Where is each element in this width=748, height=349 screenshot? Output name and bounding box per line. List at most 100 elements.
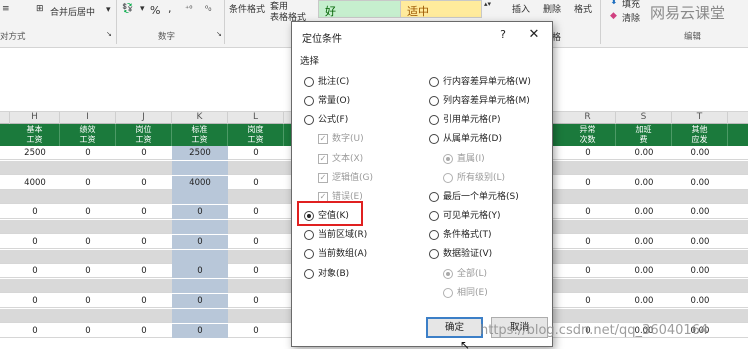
table-cell[interactable] bbox=[116, 309, 172, 323]
table-cell[interactable] bbox=[116, 190, 172, 204]
table-cell[interactable]: 2500 bbox=[172, 146, 228, 160]
table-cell[interactable]: 0.00 bbox=[616, 176, 672, 190]
table-cell[interactable] bbox=[116, 279, 172, 293]
table-cell[interactable] bbox=[10, 190, 60, 204]
table-cell[interactable] bbox=[116, 220, 172, 234]
table-cell[interactable]: 0 bbox=[116, 235, 172, 249]
table-header-cell[interactable]: 标准 工资 bbox=[172, 124, 228, 146]
column-header[interactable]: T bbox=[672, 112, 728, 124]
style-neutral[interactable]: 适中 bbox=[400, 0, 482, 18]
table-cell[interactable] bbox=[672, 161, 728, 175]
radio-button[interactable] bbox=[304, 77, 314, 87]
table-cell[interactable]: 0.00 bbox=[672, 205, 728, 219]
table-header-cell[interactable]: 基本 工资 bbox=[10, 124, 60, 146]
table-cell[interactable] bbox=[560, 220, 616, 234]
table-cell[interactable]: 2500 bbox=[10, 146, 60, 160]
currency-icon[interactable]: 💱 bbox=[122, 4, 133, 14]
table-cell[interactable]: 0 bbox=[10, 205, 60, 219]
table-cell[interactable]: 0 bbox=[60, 146, 116, 160]
table-cell[interactable]: 0.00 bbox=[616, 264, 672, 278]
table-cell[interactable] bbox=[116, 161, 172, 175]
table-cell[interactable] bbox=[172, 220, 228, 234]
table-cell[interactable]: 0 bbox=[228, 324, 284, 338]
table-cell[interactable] bbox=[228, 190, 284, 204]
table-cell[interactable] bbox=[172, 190, 228, 205]
table-cell[interactable]: 0.00 bbox=[672, 235, 728, 249]
table-cell[interactable] bbox=[172, 160, 228, 175]
column-header[interactable]: R bbox=[560, 112, 616, 124]
table-cell[interactable]: 0 bbox=[172, 234, 228, 249]
column-header[interactable]: I bbox=[60, 112, 116, 124]
radio-button[interactable] bbox=[429, 115, 439, 125]
radio-button[interactable] bbox=[429, 230, 439, 240]
table-cell[interactable]: 0.00 bbox=[672, 294, 728, 308]
table-header-cell[interactable]: 岗位 工资 bbox=[116, 124, 172, 146]
table-cell[interactable] bbox=[560, 279, 616, 293]
table-cell[interactable] bbox=[560, 309, 616, 323]
table-cell[interactable]: 0 bbox=[116, 294, 172, 308]
table-cell[interactable]: 0 bbox=[172, 264, 228, 279]
column-header[interactable]: L bbox=[228, 112, 284, 124]
radio-button[interactable] bbox=[429, 211, 439, 221]
percent-button[interactable]: % bbox=[150, 4, 160, 17]
table-cell[interactable]: 0 bbox=[228, 264, 284, 278]
table-cell[interactable] bbox=[616, 279, 672, 293]
table-cell[interactable]: 0 bbox=[172, 323, 228, 338]
table-cell[interactable]: 0 bbox=[116, 176, 172, 190]
table-cell[interactable]: 0 bbox=[116, 324, 172, 338]
table-cell[interactable] bbox=[10, 250, 60, 264]
table-cell[interactable]: 0 bbox=[10, 294, 60, 308]
radio-button[interactable] bbox=[429, 192, 439, 202]
table-cell[interactable] bbox=[172, 308, 228, 323]
table-cell[interactable] bbox=[672, 250, 728, 264]
dropdown-icon[interactable]: ▾ bbox=[140, 4, 145, 14]
table-cell[interactable]: 0 bbox=[60, 235, 116, 249]
eraser-icon[interactable]: ◆ bbox=[610, 11, 617, 21]
table-cell[interactable] bbox=[616, 309, 672, 323]
table-cell[interactable]: 0 bbox=[116, 146, 172, 160]
table-cell[interactable] bbox=[172, 279, 228, 294]
table-cell[interactable] bbox=[616, 250, 672, 264]
table-cell[interactable]: 4000 bbox=[172, 175, 228, 190]
table-cell[interactable]: 0 bbox=[560, 146, 616, 160]
table-cell[interactable] bbox=[10, 220, 60, 234]
table-cell[interactable]: 0 bbox=[560, 264, 616, 278]
radio-button[interactable] bbox=[304, 115, 314, 125]
table-cell[interactable]: 0.00 bbox=[672, 264, 728, 278]
table-header-cell[interactable]: 异常 次数 bbox=[560, 124, 616, 146]
table-cell[interactable]: 0 bbox=[60, 205, 116, 219]
table-cell[interactable] bbox=[560, 161, 616, 175]
table-cell[interactable] bbox=[10, 309, 60, 323]
radio-button[interactable] bbox=[429, 77, 439, 87]
table-cell[interactable] bbox=[616, 190, 672, 204]
table-cell[interactable]: 0 bbox=[60, 324, 116, 338]
radio-button[interactable] bbox=[429, 134, 439, 144]
decrease-decimal-icon[interactable]: ⁰₀ bbox=[205, 4, 211, 13]
table-header-cell[interactable]: 加班 费 bbox=[616, 124, 672, 146]
format-button[interactable]: 格式 bbox=[574, 2, 592, 15]
table-cell[interactable] bbox=[116, 250, 172, 264]
table-cell[interactable] bbox=[10, 161, 60, 175]
table-cell[interactable]: 0 bbox=[10, 235, 60, 249]
table-cell[interactable]: 0.00 bbox=[616, 146, 672, 160]
table-cell[interactable]: 0 bbox=[228, 235, 284, 249]
table-cell[interactable] bbox=[60, 220, 116, 234]
dialog-launcher-icon[interactable]: ↘ bbox=[216, 30, 222, 38]
styles-scroll-icon[interactable]: ▴▾ bbox=[484, 0, 491, 8]
radio-button[interactable] bbox=[304, 249, 314, 259]
table-cell[interactable]: 0 bbox=[172, 294, 228, 308]
delete-button[interactable]: 删除 bbox=[543, 2, 561, 15]
table-cell[interactable]: 0 bbox=[116, 264, 172, 278]
table-cell[interactable] bbox=[672, 220, 728, 234]
table-cell[interactable]: 0 bbox=[560, 294, 616, 308]
table-cell[interactable] bbox=[60, 161, 116, 175]
table-cell[interactable]: 0 bbox=[10, 324, 60, 338]
table-cell[interactable] bbox=[560, 250, 616, 264]
table-cell[interactable] bbox=[560, 190, 616, 204]
wrap-text-icon[interactable]: ≡ bbox=[2, 4, 10, 14]
radio-button[interactable] bbox=[429, 96, 439, 106]
table-cell[interactable] bbox=[228, 250, 284, 264]
table-cell[interactable]: 0 bbox=[172, 205, 228, 220]
table-cell[interactable]: 0 bbox=[116, 205, 172, 219]
ok-button[interactable]: 确定 bbox=[426, 317, 483, 338]
